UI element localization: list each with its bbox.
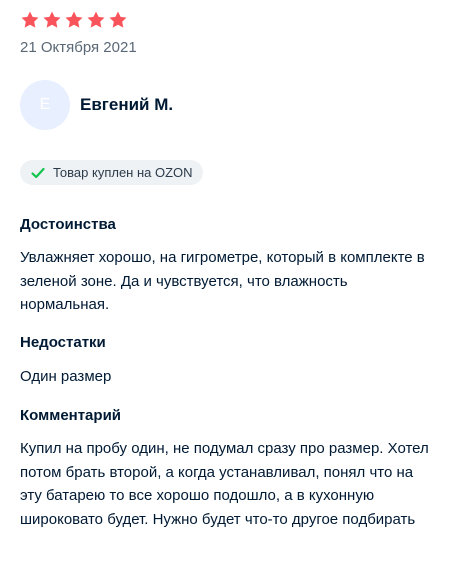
- avatar: Е: [20, 80, 70, 130]
- comment-text: Купил на пробу один, не подумал сразу пр…: [20, 440, 429, 528]
- comment-title: Комментарий: [20, 407, 122, 424]
- advantages-title: Достоинства: [20, 216, 116, 233]
- star-icon: [21, 11, 39, 28]
- star-icon: [65, 11, 83, 28]
- author-name: Евгений М.: [80, 95, 174, 114]
- star-icon: [43, 11, 61, 28]
- purchase-badge: Товар куплен на OZON: [20, 160, 203, 185]
- disadvantages-title: Недостатки: [20, 334, 106, 351]
- review-author: Е Евгений М.: [20, 80, 173, 130]
- review-date: 21 Октября 2021: [20, 39, 137, 56]
- check-icon: [31, 167, 45, 178]
- purchase-badge-text: Товар куплен на OZON: [53, 165, 193, 180]
- advantages-text: Увлажняет хорошо, на гигрометре, который…: [20, 249, 425, 313]
- rating-stars: [20, 10, 128, 30]
- disadvantages-text: Один размер: [20, 368, 112, 385]
- star-icon: [87, 11, 105, 28]
- star-icon: [109, 11, 127, 28]
